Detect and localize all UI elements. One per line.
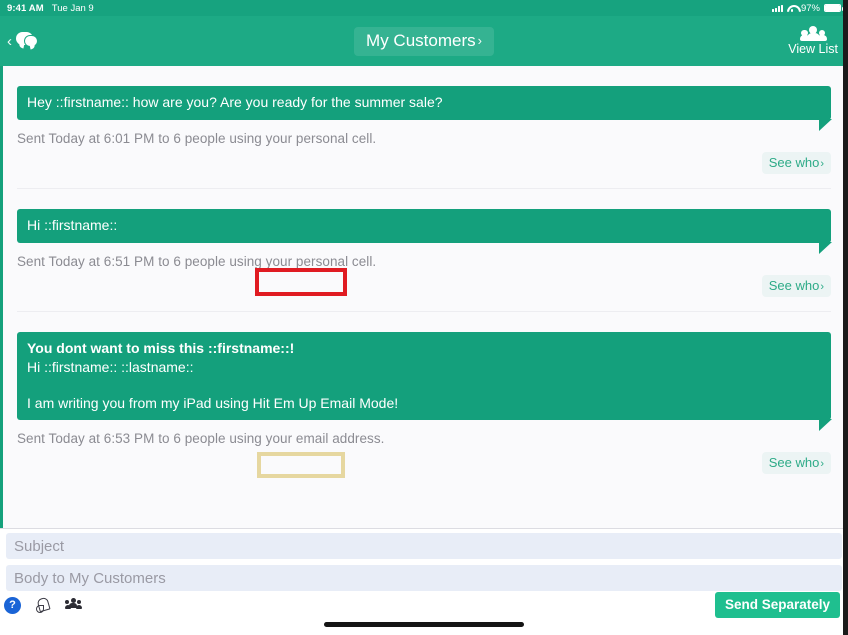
status-bar-time: 9:41 AM — [7, 2, 44, 14]
screen-bezel — [843, 0, 848, 635]
battery-percent-label: 97% — [800, 2, 820, 14]
message-subject-line: You dont want to miss this ::firstname::… — [27, 339, 295, 356]
sent-info-text: Sent Today at 6:01 PM to 6 people using … — [17, 130, 377, 146]
status-bar: 9:41 AM Tue Jan 9 97% — [0, 0, 848, 16]
ipad-screen: 9:41 AM Tue Jan 9 97% ‹ My Customers › V… — [0, 0, 848, 635]
message-bubble[interactable]: Hi ::firstname:: — [17, 208, 832, 254]
message-line: Hi ::firstname:: — [27, 216, 118, 233]
chevron-right-icon: › — [477, 33, 482, 48]
sent-info-row: Sent Today at 6:51 PM to 6 people using … — [3, 243, 845, 269]
message-group: You dont want to miss this ::firstname::… — [3, 312, 845, 475]
status-bar-date: Tue Jan 9 — [51, 2, 94, 14]
status-bar-indicators: 97% — [771, 2, 843, 14]
subject-placeholder: Subject — [14, 537, 65, 555]
message-thread[interactable]: Hey ::firstname:: how are you? Are you r… — [0, 66, 848, 528]
compose-area: Subject Body to My Customers ? Send Sepa… — [0, 528, 848, 635]
see-who-row: See who› — [3, 269, 845, 297]
page-title-button[interactable]: My Customers › — [354, 26, 494, 56]
view-list-button[interactable]: View List — [788, 26, 848, 56]
nav-title-container: My Customers › — [0, 26, 848, 56]
see-who-row: See who› — [3, 446, 845, 475]
page-title: My Customers — [366, 30, 476, 50]
battery-icon — [824, 4, 843, 12]
sent-info-row: Sent Today at 6:53 PM to 6 people using … — [3, 420, 845, 446]
see-who-label: See who — [768, 455, 820, 471]
wifi-icon — [787, 4, 797, 12]
navigation-bar: ‹ My Customers › View List — [0, 16, 848, 66]
chevron-right-icon: › — [820, 157, 824, 170]
see-who-row: See who› — [3, 146, 845, 174]
compose-divider — [0, 528, 848, 529]
body-placeholder: Body to My Customers — [14, 569, 166, 587]
chat-bubbles-icon[interactable] — [16, 32, 38, 50]
see-who-link[interactable]: See who› — [761, 452, 831, 475]
see-who-label: See who — [768, 277, 820, 293]
message-line: Hey ::firstname:: how are you? Are you r… — [27, 94, 443, 110]
compose-toolbar: ? Send Separately — [0, 590, 848, 620]
attachment-icon[interactable] — [35, 597, 51, 613]
see-who-link[interactable]: See who› — [761, 274, 831, 297]
subject-input[interactable]: Subject — [6, 533, 842, 559]
see-who-link[interactable]: See who› — [761, 151, 831, 174]
message-bubble[interactable]: Hey ::firstname:: how are you? Are you r… — [17, 86, 832, 131]
nav-back-group[interactable]: ‹ — [0, 32, 38, 50]
chevron-left-icon[interactable]: ‹ — [7, 34, 12, 49]
help-question-icon[interactable]: ? — [4, 596, 21, 614]
home-indicator — [324, 622, 524, 627]
chevron-right-icon: › — [820, 280, 824, 293]
message-bubble[interactable]: You dont want to miss this ::firstname::… — [17, 331, 832, 432]
message-group: Hi ::firstname:: Sent Today at 6:51 PM t… — [3, 189, 845, 312]
body-input[interactable]: Body to My Customers — [6, 565, 842, 591]
message-line: I am writing you from my iPad using Hit … — [27, 394, 399, 411]
see-who-label: See who — [768, 154, 820, 170]
chevron-right-icon: › — [820, 458, 824, 471]
view-list-label: View List — [788, 42, 838, 56]
sent-info-text: Sent Today at 6:51 PM to 6 people using … — [17, 253, 377, 269]
send-separately-button[interactable]: Send Separately — [714, 592, 840, 618]
people-group-icon[interactable] — [64, 597, 82, 613]
sent-info-text: Sent Today at 6:53 PM to 6 people using … — [17, 431, 385, 447]
people-group-icon — [799, 26, 827, 41]
message-group: Hey ::firstname:: how are you? Are you r… — [3, 66, 845, 189]
message-line: Hi ::firstname:: ::lastname:: — [27, 358, 194, 375]
sent-info-row: Sent Today at 6:01 PM to 6 people using … — [3, 120, 845, 146]
cellular-signal-icon — [771, 4, 783, 12]
